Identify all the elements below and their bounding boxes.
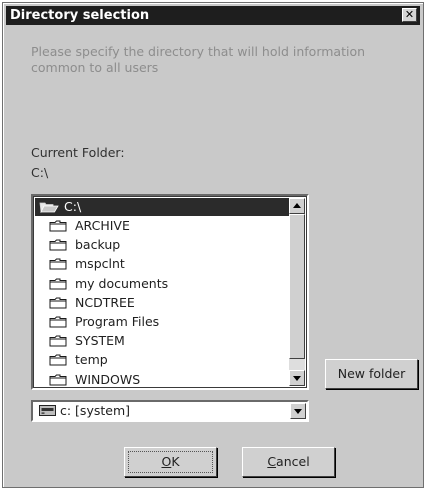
folder-item-label: ARCHIVE	[75, 218, 130, 233]
folder-item-label: NCDTREE	[75, 294, 135, 310]
folder-icon	[49, 297, 67, 309]
folder-list-scrollbar[interactable]	[289, 198, 305, 386]
close-icon: ✕	[404, 8, 415, 21]
drive-select[interactable]: c: [system]	[31, 400, 309, 422]
folder-item[interactable]: mspclnt	[35, 254, 289, 273]
window-title: Directory selection	[10, 8, 150, 23]
scroll-up-button[interactable]	[289, 198, 305, 214]
folder-item[interactable]: NCDTREE	[35, 293, 289, 312]
folder-icon	[49, 354, 67, 366]
folder-item[interactable]: ARCHIVE	[35, 216, 289, 235]
cancel-accelerator: C	[267, 454, 277, 469]
folder-item-label: Program Files	[75, 313, 160, 329]
scroll-thumb[interactable]	[289, 214, 305, 359]
folder-item-label: backup	[75, 237, 121, 253]
folder-item[interactable]: backup	[35, 235, 289, 254]
folder-item[interactable]: temp	[35, 350, 289, 369]
arrow-down-icon	[293, 376, 301, 381]
folder-icon	[49, 374, 67, 385]
folder-item-label: WINDOWS	[75, 371, 141, 387]
folder-item-label: SYSTEM	[75, 333, 125, 349]
folder-item[interactable]: my documents	[35, 274, 289, 293]
folder-root-label: C:\	[64, 199, 82, 214]
folder-item-label: my documents	[75, 275, 169, 291]
folder-icon	[49, 239, 67, 251]
current-folder-value: C:\	[31, 165, 49, 180]
folder-item-label: temp	[75, 352, 108, 368]
folder-icon	[49, 258, 67, 270]
folder-item[interactable]: SYSTEM	[35, 331, 289, 350]
folder-item-root[interactable]: C:\	[35, 198, 289, 216]
ok-button[interactable]: OK	[124, 447, 217, 477]
close-button[interactable]: ✕	[402, 8, 417, 22]
folder-list[interactable]: C:\ ARCHIVE backup mspclnt my documents NCDT…	[31, 194, 309, 390]
folder-icon	[49, 316, 67, 328]
folder-icon	[49, 278, 67, 290]
cancel-label: ancel	[276, 454, 310, 469]
current-folder-label: Current Folder:	[31, 145, 125, 160]
drive-dropdown-button[interactable]	[290, 403, 306, 419]
drive-icon	[39, 405, 56, 416]
scroll-down-button[interactable]	[289, 370, 305, 386]
directory-selection-dialog: Directory selection ✕ Please specify the…	[2, 2, 424, 488]
drive-select-value: c: [system]	[60, 403, 131, 418]
arrow-up-icon	[293, 203, 301, 208]
new-folder-button[interactable]: New folder	[325, 359, 418, 389]
focus-rect	[128, 451, 213, 473]
folder-item-label: mspclnt	[75, 256, 125, 272]
folder-item[interactable]: WINDOWS	[35, 370, 289, 387]
open-folder-icon	[39, 202, 59, 213]
title-bar[interactable]: Directory selection ✕	[6, 6, 420, 25]
chevron-down-icon	[294, 409, 302, 414]
instruction-text: Please specify the directory that will h…	[31, 44, 366, 75]
folder-item[interactable]: Program Files	[35, 312, 289, 331]
folder-icon	[49, 335, 67, 347]
cancel-button[interactable]: Cancel	[242, 447, 335, 477]
folder-icon	[49, 220, 67, 232]
